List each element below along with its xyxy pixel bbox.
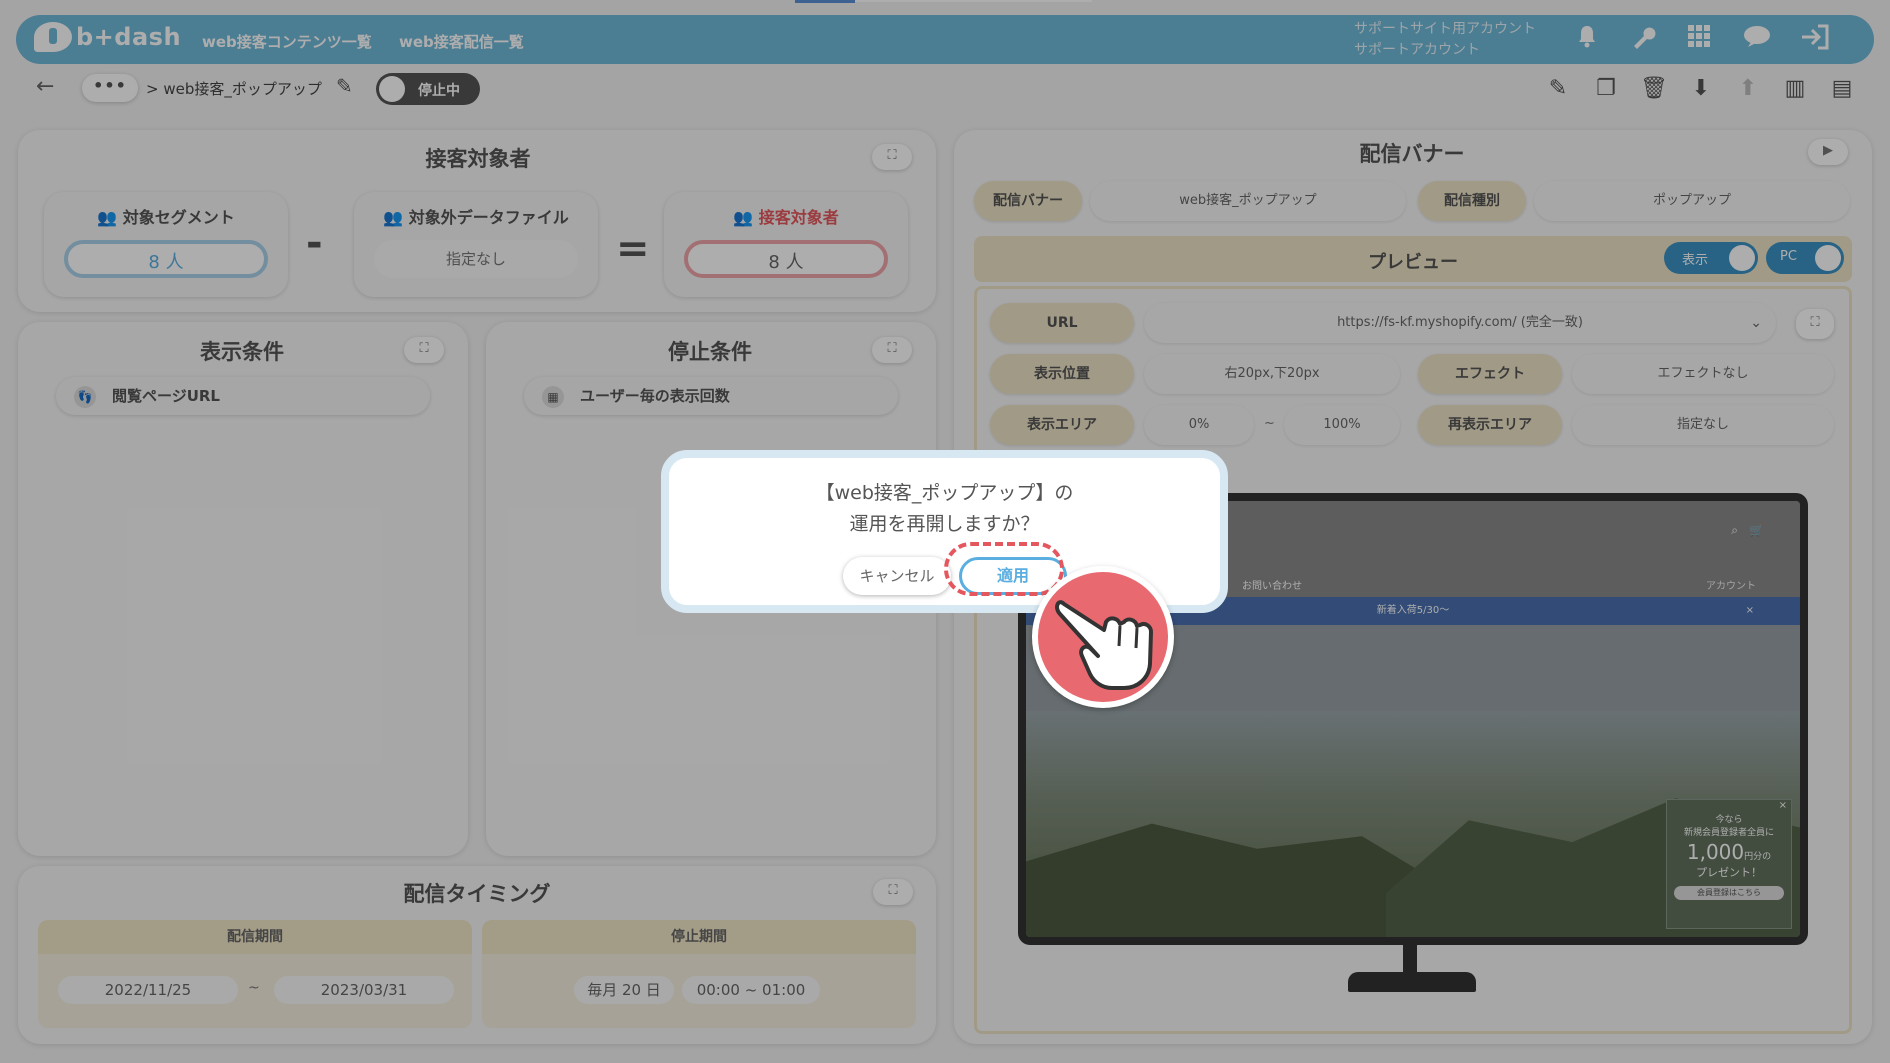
apply-highlight-ring <box>944 542 1064 596</box>
dialog-message: 【web接客_ポップアップ】の 運用を再開しますか？ <box>669 478 1220 540</box>
dialog-message-line-1: 【web接客_ポップアップ】の <box>815 482 1074 504</box>
cancel-button[interactable]: キャンセル <box>843 557 951 595</box>
dialog-message-line-2: 運用を再開しますか？ <box>849 513 1040 535</box>
pointing-hand-icon <box>1032 566 1174 708</box>
